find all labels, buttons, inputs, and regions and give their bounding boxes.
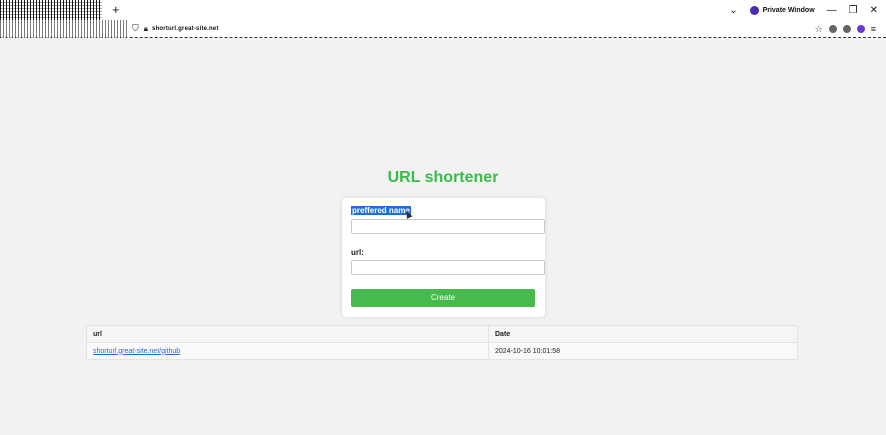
toolbar-icons: ☆ ≡ — [815, 20, 876, 38]
restore-icon[interactable]: ❐ — [849, 5, 858, 16]
shortened-urls-table: url Date shorturl.great-site.net/github … — [86, 325, 798, 360]
extension-icon[interactable] — [828, 25, 837, 33]
shield-icon[interactable]: ⛉ — [132, 23, 139, 34]
address-bar[interactable]: shorturl.great-site.net — [152, 26, 219, 32]
nav-buttons[interactable] — [0, 19, 128, 38]
close-icon[interactable]: ✕ — [870, 5, 878, 16]
date-cell: 2024-10-16 10:01:58 — [488, 342, 798, 360]
chevron-down-icon[interactable]: ⌄ — [729, 5, 737, 16]
browser-tab[interactable] — [0, 0, 102, 20]
menu-icon[interactable]: ≡ — [871, 24, 876, 34]
minimize-button[interactable]: — — [827, 5, 837, 16]
short-url-link[interactable]: shorturl.great-site.net/github — [93, 348, 180, 355]
mouse-cursor — [403, 209, 413, 219]
private-window-badge: Private Window — [749, 5, 815, 15]
new-tab-button[interactable]: + — [112, 0, 120, 20]
extension-icon[interactable] — [842, 25, 851, 33]
table-header-row: url Date — [86, 325, 798, 343]
bookmark-star-icon[interactable]: ☆ — [815, 24, 823, 35]
url-label: url: — [351, 248, 364, 257]
lock-icon[interactable]: 🔒︎ — [144, 24, 148, 34]
column-header-url: url — [86, 325, 489, 343]
url-input[interactable] — [351, 260, 545, 275]
create-button[interactable]: Create — [351, 289, 535, 307]
browser-nav-bar: ⛉ 🔒︎ shorturl.great-site.net ☆ ≡ — [0, 19, 886, 38]
page-title: URL shortener — [387, 169, 499, 186]
window-controls: ⌄ Private Window — ❐ ✕ — [729, 0, 878, 20]
preferred-name-label: preffered name — [351, 206, 411, 215]
preferred-name-input[interactable] — [351, 219, 545, 234]
extension-icon[interactable] — [856, 25, 865, 33]
table-row: shorturl.great-site.net/github 2024-10-1… — [86, 342, 798, 360]
column-header-date: Date — [488, 325, 798, 343]
shorten-form: preffered name url: Create — [342, 198, 545, 317]
url-cell: shorturl.great-site.net/github — [86, 342, 489, 360]
private-mask-icon — [749, 5, 759, 15]
browser-tab-bar: + ⌄ Private Window — ❐ ✕ — [0, 0, 886, 20]
profile-label: Private Window — [762, 6, 815, 14]
